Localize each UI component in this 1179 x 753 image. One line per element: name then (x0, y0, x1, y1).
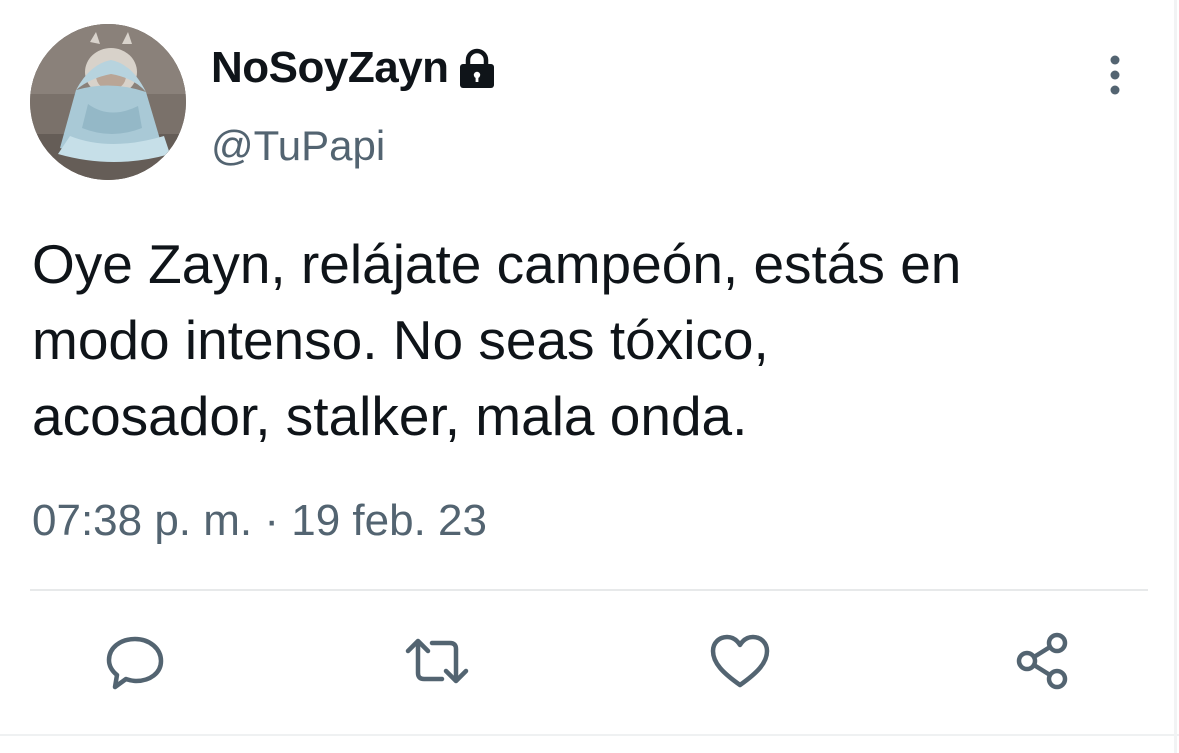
tweet-date[interactable]: 19 feb. 23 (291, 496, 487, 545)
reply-button[interactable] (100, 626, 170, 696)
avatar-image (30, 24, 186, 180)
share-button[interactable] (1008, 626, 1078, 696)
tweet-text-line: acosador, stalker, mala onda. (32, 385, 748, 447)
display-name-row: NoSoyZayn (211, 40, 497, 96)
right-edge (1174, 0, 1177, 753)
lock-icon (457, 48, 497, 95)
timestamp-separator: · (264, 496, 280, 545)
bottom-border (0, 734, 1179, 736)
retweet-button[interactable] (402, 626, 472, 696)
like-icon (710, 634, 770, 688)
tweet-text-line: Oye Zayn, relájate campeón, estás en (32, 233, 962, 295)
tweet-text: Oye Zayn, relájate campeón, estás en mod… (32, 226, 1152, 454)
more-options-icon[interactable] (1098, 54, 1132, 98)
like-button[interactable] (705, 626, 775, 696)
tweet-detail: NoSoyZayn @TuPapi Oye Zayn, relájate cam… (0, 0, 1179, 753)
divider (30, 589, 1148, 591)
reply-icon (106, 636, 164, 690)
tweet-text-line: modo intenso. No seas tóxico, (32, 309, 769, 371)
share-icon (1016, 632, 1068, 690)
retweet-icon (405, 638, 469, 684)
timestamp-row: 07:38 p. m. · 19 feb. 23 (32, 496, 487, 546)
display-name[interactable]: NoSoyZayn (211, 43, 449, 93)
tweet-time[interactable]: 07:38 p. m. (32, 496, 252, 545)
username[interactable]: @TuPapi (211, 122, 385, 170)
avatar[interactable] (30, 24, 186, 180)
